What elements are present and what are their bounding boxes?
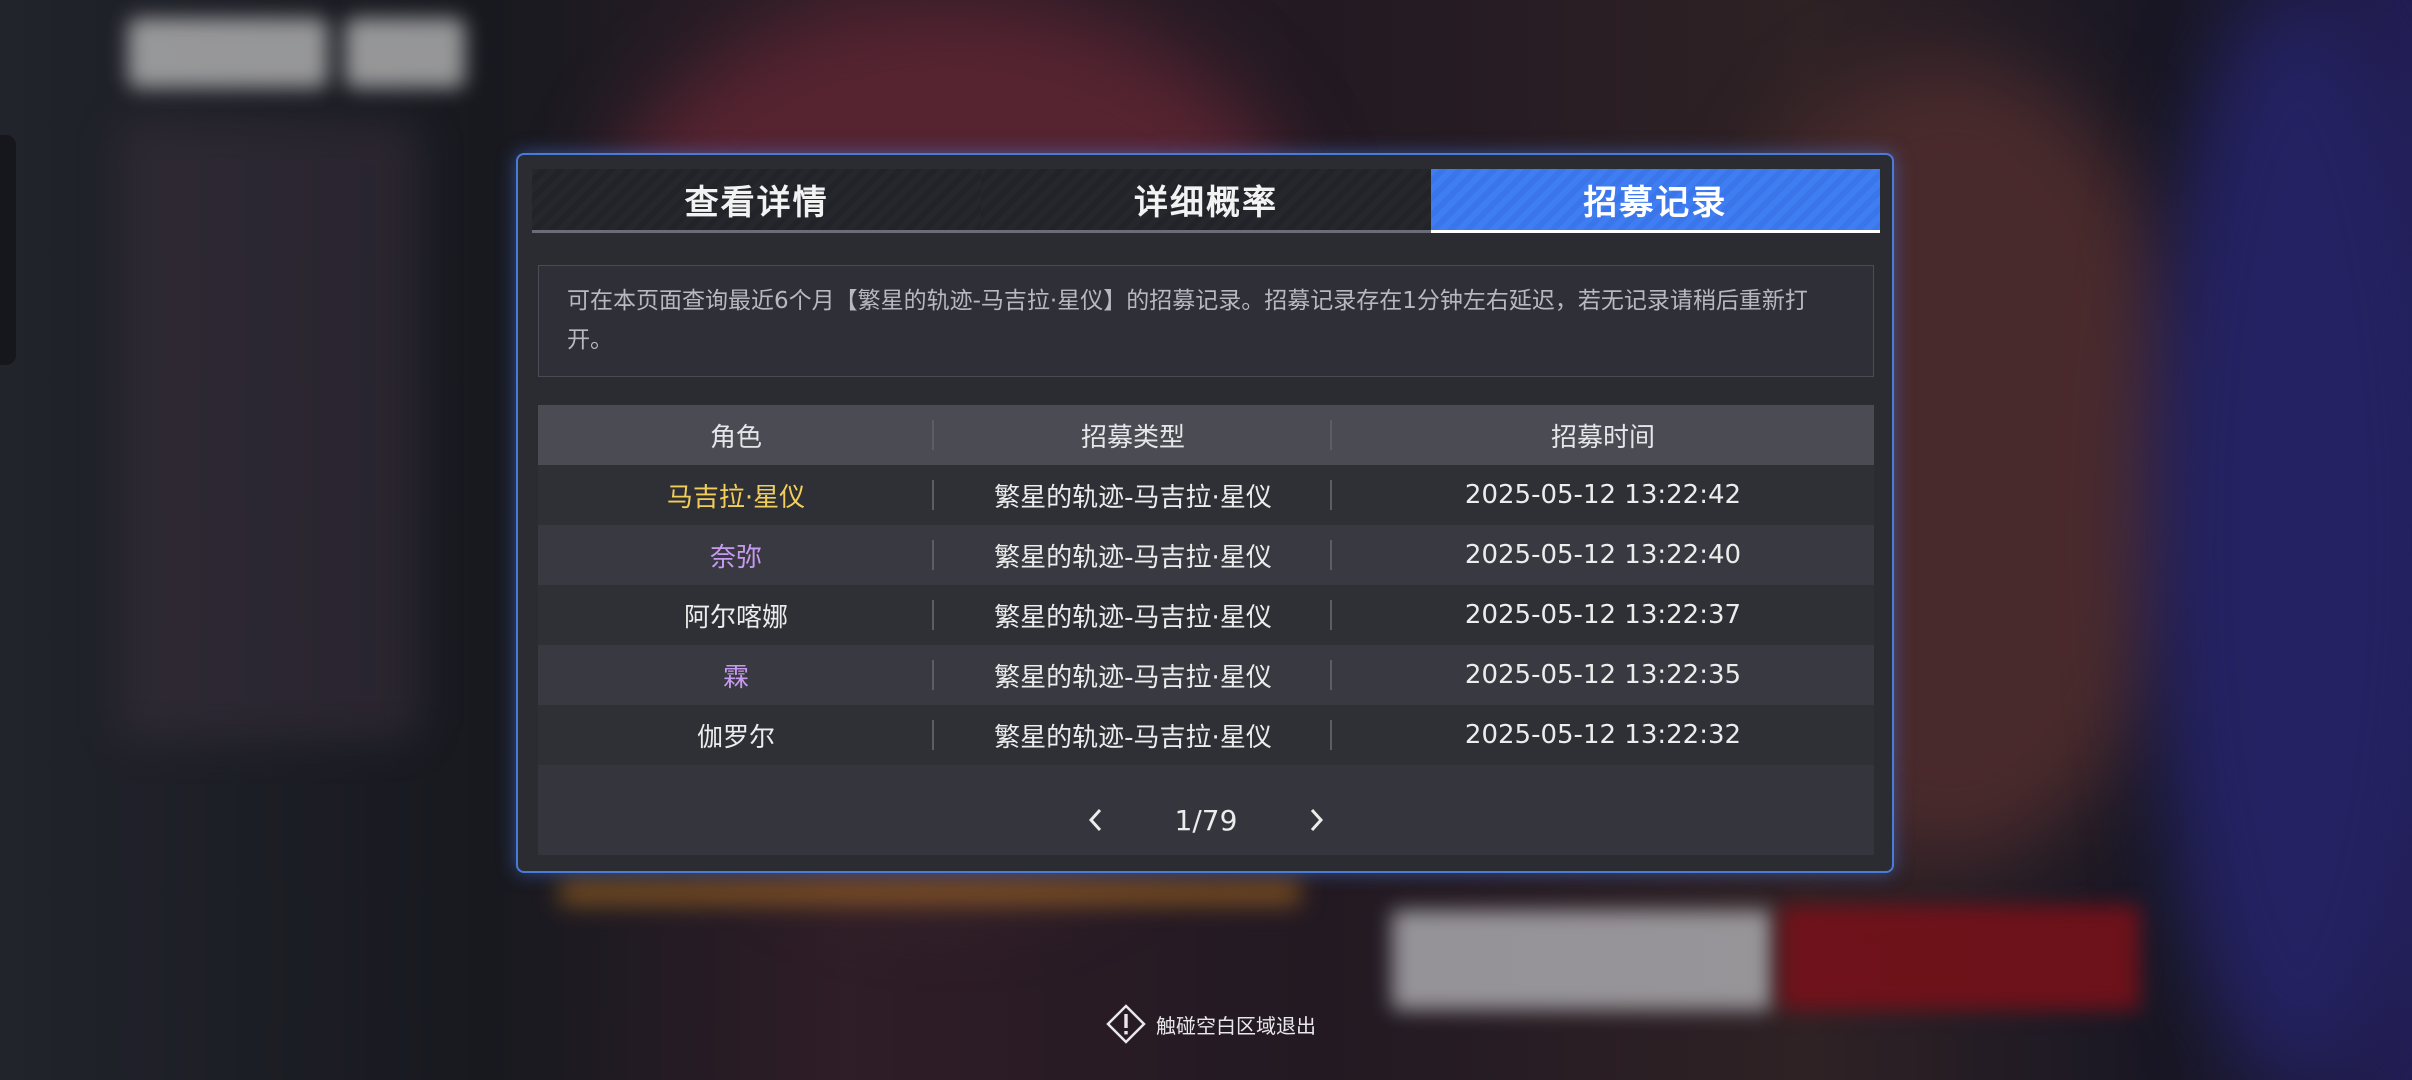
type-cell: 繁星的轨迹-马吉拉·星仪 xyxy=(934,585,1332,645)
tab-bar: 查看详情 详细概率 招募记录 xyxy=(532,169,1880,233)
type-cell: 繁星的轨迹-马吉拉·星仪 xyxy=(934,705,1332,765)
type-cell: 繁星的轨迹-马吉拉·星仪 xyxy=(934,465,1332,525)
table-row: 奈弥 繁星的轨迹-马吉拉·星仪 2025-05-12 13:22:40 xyxy=(538,525,1874,585)
warning-diamond-icon xyxy=(1106,1004,1146,1044)
role-cell: 马吉拉·星仪 xyxy=(538,465,934,525)
left-edge-handle[interactable] xyxy=(0,135,16,365)
chevron-left-icon xyxy=(1088,808,1102,832)
tab-detailed-probability[interactable]: 详细概率 xyxy=(981,169,1431,233)
notice-text: 可在本页面查询最近6个月【繁星的轨迹-马吉拉·星仪】的招募记录。招募记录存在1分… xyxy=(538,265,1874,377)
time-cell: 2025-05-12 13:22:42 xyxy=(1464,480,1742,510)
time-cell: 2025-05-12 13:22:40 xyxy=(1464,540,1742,570)
type-cell: 繁星的轨迹-马吉拉·星仪 xyxy=(934,645,1332,705)
time-cell: 2025-05-12 13:22:37 xyxy=(1464,600,1742,630)
role-cell: 伽罗尔 xyxy=(538,705,934,765)
table-row: 马吉拉·星仪 繁星的轨迹-马吉拉·星仪 2025-05-12 13:22:42 xyxy=(538,465,1874,525)
next-page-button[interactable] xyxy=(1286,790,1346,850)
time-cell: 2025-05-12 13:22:35 xyxy=(1464,660,1742,690)
exit-hint-text: 触碰空白区域退出 xyxy=(1156,1013,1316,1038)
prev-page-button[interactable] xyxy=(1066,790,1126,850)
record-table: 角色 招募类型 招募时间 马吉拉·星仪 繁星的轨迹-马吉拉·星仪 2025-05… xyxy=(538,405,1874,855)
chevron-right-icon xyxy=(1310,808,1324,832)
tab-view-details[interactable]: 查看详情 xyxy=(532,169,982,233)
tab-recruit-record[interactable]: 招募记录 xyxy=(1430,169,1880,233)
table-row: 霖 繁星的轨迹-马吉拉·星仪 2025-05-12 13:22:35 xyxy=(538,645,1874,705)
recruit-record-dialog: 查看详情 详细概率 招募记录 可在本页面查询最近6个月【繁星的轨迹-马吉拉·星仪… xyxy=(516,153,1894,873)
role-cell: 霖 xyxy=(538,645,934,705)
table-row: 阿尔喀娜 繁星的轨迹-马吉拉·星仪 2025-05-12 13:22:37 xyxy=(538,585,1874,645)
table-header: 角色 招募类型 招募时间 xyxy=(538,405,1874,465)
type-cell: 繁星的轨迹-马吉拉·星仪 xyxy=(934,525,1332,585)
table-row: 伽罗尔 繁星的轨迹-马吉拉·星仪 2025-05-12 13:22:32 xyxy=(538,705,1874,765)
header-type: 招募类型 xyxy=(934,405,1332,465)
exit-hint: 触碰空白区域退出 xyxy=(1106,1004,1316,1044)
time-cell: 2025-05-12 13:22:32 xyxy=(1464,720,1742,750)
pagination: 1/79 xyxy=(538,790,1874,850)
header-time: 招募时间 xyxy=(1550,422,1655,453)
role-cell: 阿尔喀娜 xyxy=(538,585,934,645)
page-indicator: 1/79 xyxy=(1174,803,1238,837)
header-role: 角色 xyxy=(538,405,934,465)
role-cell: 奈弥 xyxy=(538,525,934,585)
